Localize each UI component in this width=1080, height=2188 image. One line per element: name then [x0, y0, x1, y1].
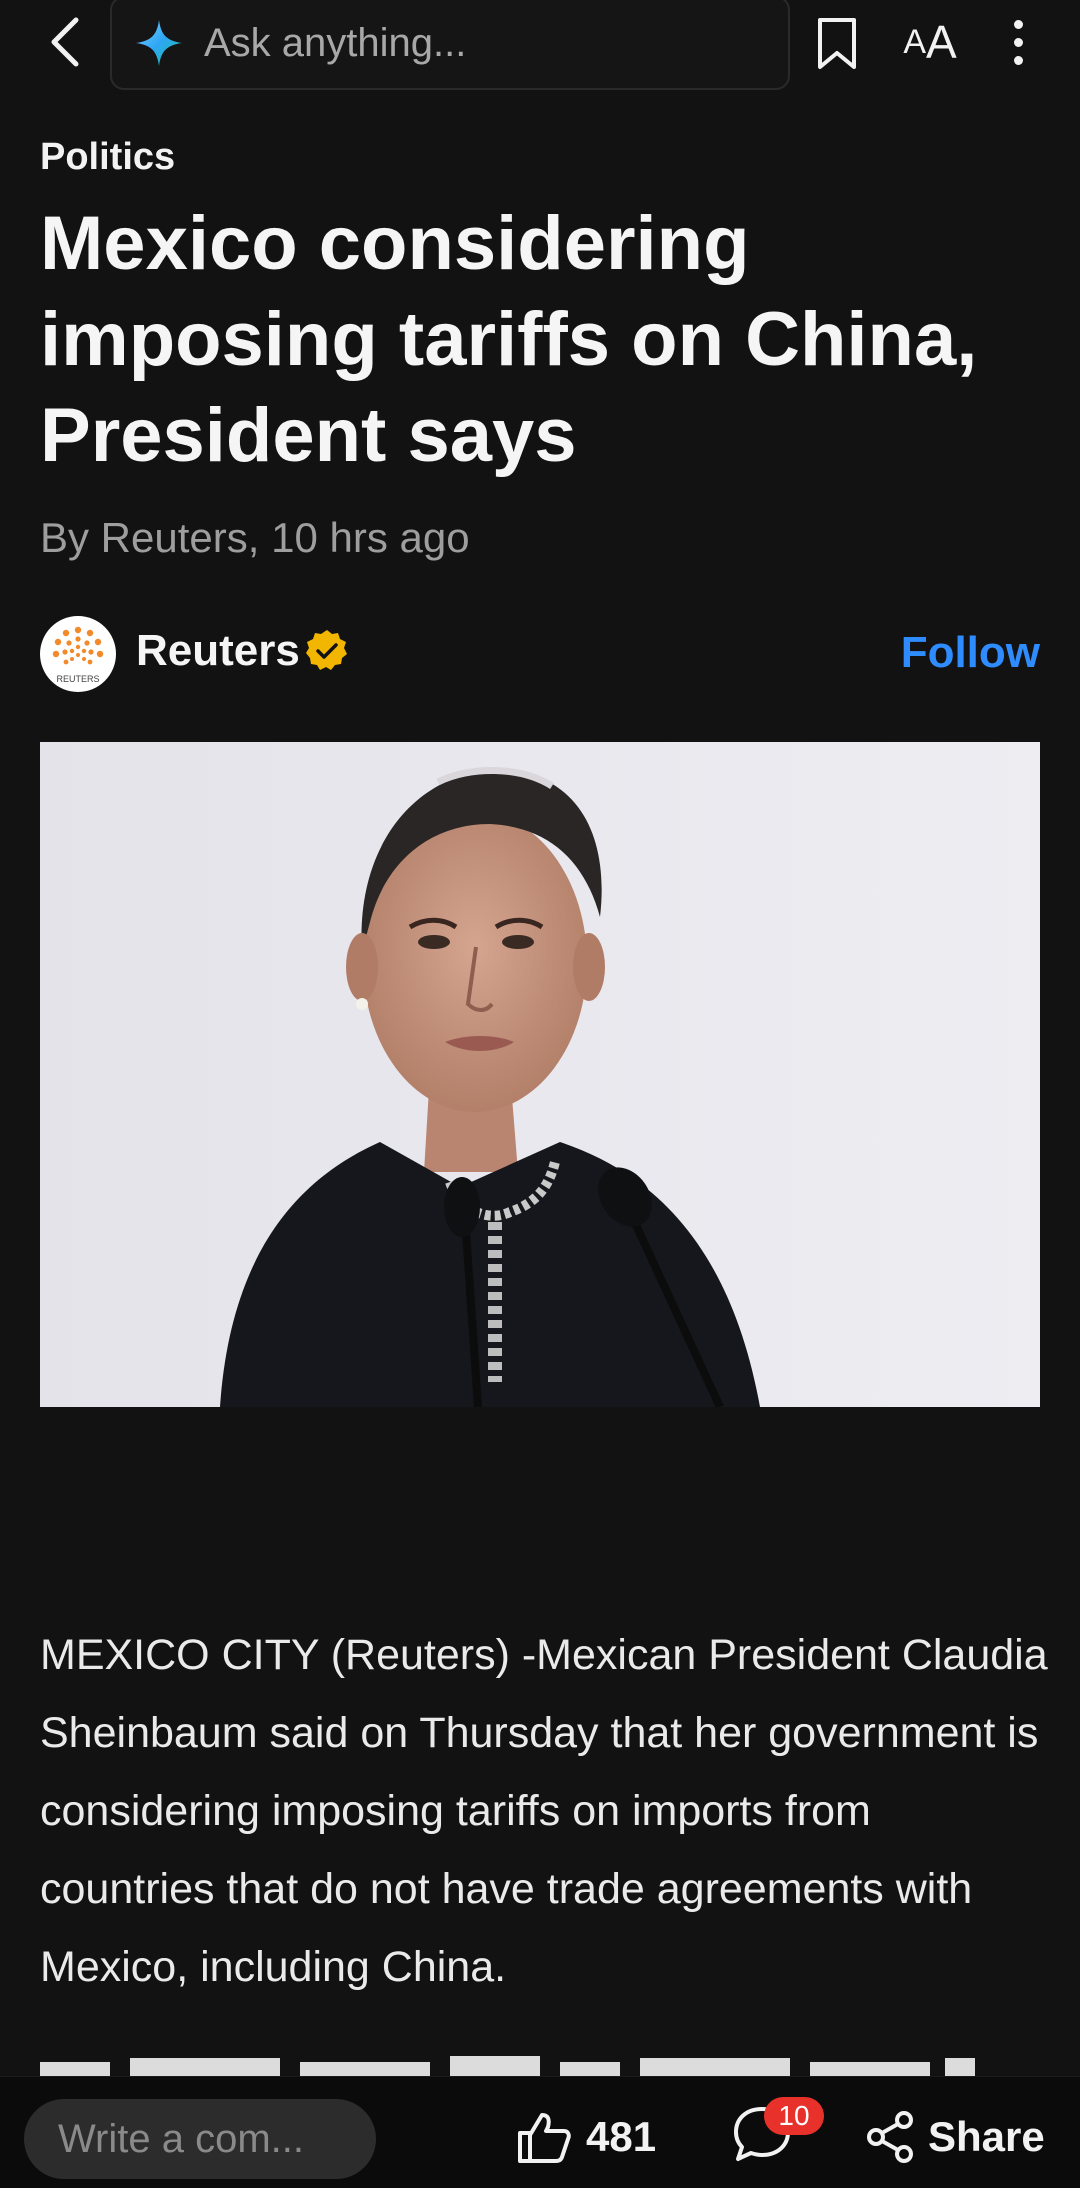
category-label[interactable]: Politics [40, 136, 175, 179]
share-label: Share [928, 2113, 1045, 2160]
bottom-action-bar: Write a com... 481 10 Share [0, 2076, 1080, 2188]
article-page: Ask anything... A A Politics Mexico cons… [0, 0, 1080, 2188]
photo-illustration [40, 742, 1040, 1407]
verified-badge-icon [306, 630, 347, 670]
bookmark-button[interactable] [810, 14, 864, 74]
more-options-button[interactable] [998, 10, 1038, 74]
text-size-big-glyph: A [926, 16, 957, 68]
source-name[interactable]: Reuters [136, 626, 300, 676]
next-paragraph-fragment [40, 2048, 1040, 2078]
source-row: REUTERS Reuters Follow [40, 614, 1040, 696]
share-button[interactable]: Share [866, 2105, 1045, 2169]
top-bar: Ask anything... A A [0, 0, 1080, 92]
share-icon [867, 2111, 913, 2163]
like-count: 481 [586, 2113, 657, 2160]
like-button[interactable]: 481 [516, 2105, 656, 2169]
thumbs-up-icon [518, 2113, 571, 2163]
chevron-left-icon [51, 17, 79, 67]
back-button[interactable] [40, 12, 90, 72]
reuters-logo[interactable]: REUTERS [40, 616, 116, 692]
comment-input[interactable]: Write a com... [24, 2099, 376, 2179]
byline: By Reuters, 10 hrs ago [40, 514, 470, 561]
follow-button[interactable]: Follow [901, 628, 1040, 678]
article-body: MEXICO CITY (Reuters) -Mexican President… [40, 1631, 1048, 1991]
comment-count-badge: 10 [764, 2097, 824, 2135]
article-headline: Mexico considering imposing tariffs on C… [40, 201, 978, 478]
reuters-logo-icon: REUTERS [52, 626, 104, 684]
text-size-small-glyph: A [903, 22, 926, 61]
sparkle-icon [136, 20, 182, 66]
more-vertical-icon [1013, 19, 1023, 29]
ask-placeholder: Ask anything... [204, 20, 467, 65]
article-photo[interactable] [40, 742, 1040, 1407]
logo-wordmark: REUTERS [56, 674, 99, 684]
bookmark-icon [818, 18, 856, 69]
text-size-button[interactable]: A A [895, 10, 965, 74]
ask-anything-input[interactable]: Ask anything... [110, 0, 790, 90]
